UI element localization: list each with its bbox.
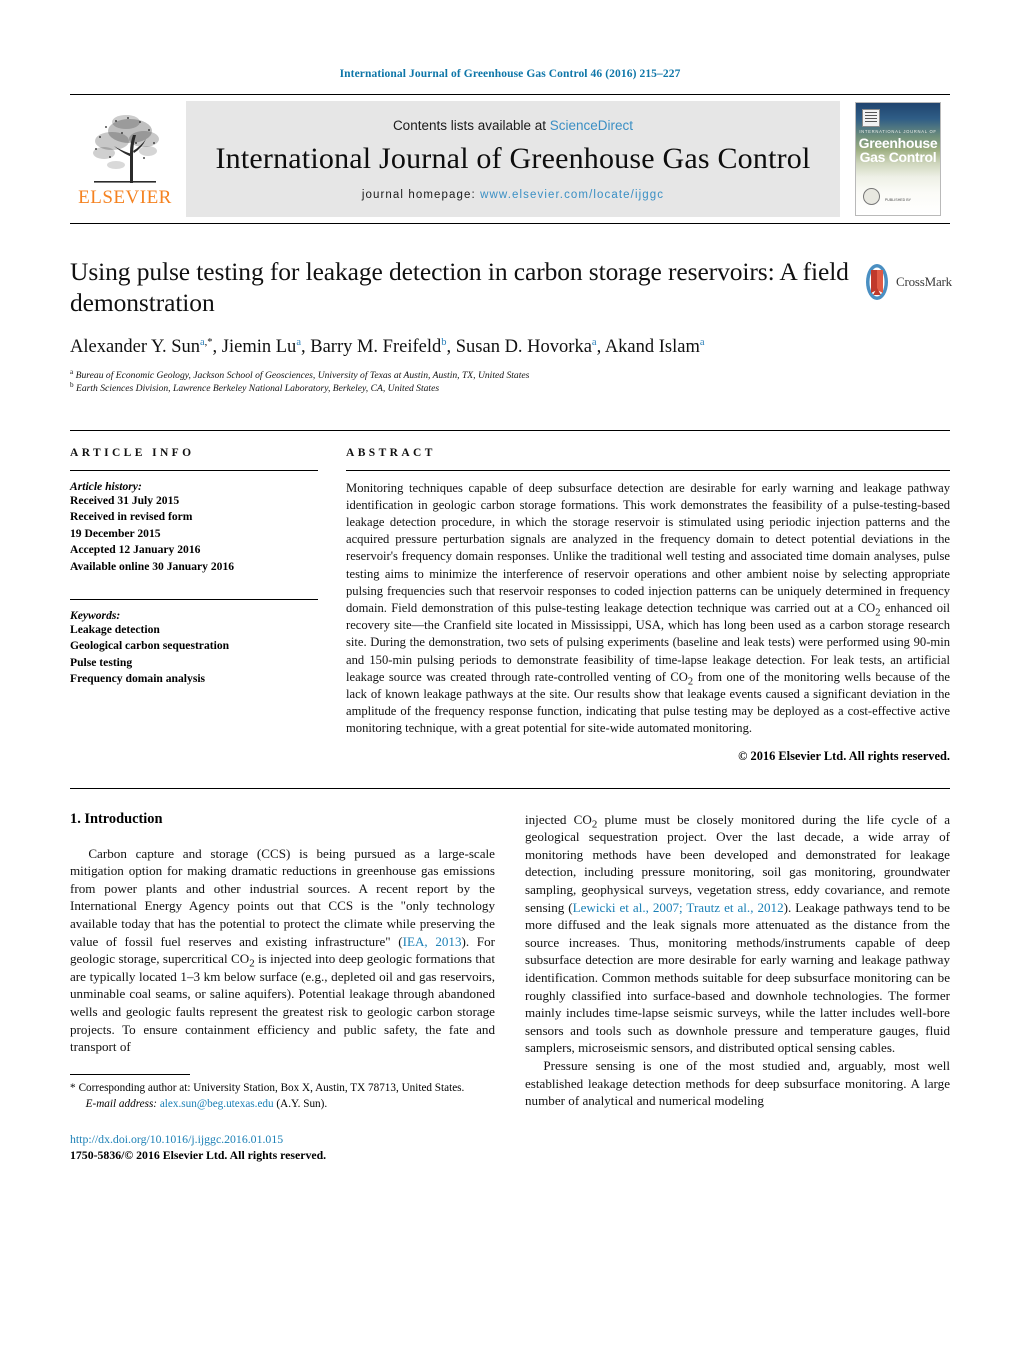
email-note: E-mail address: alex.sun@beg.utexas.edu … <box>70 1098 495 1110</box>
abstract-copyright: © 2016 Elsevier Ltd. All rights reserved… <box>738 748 950 763</box>
journal-masthead: ELSEVIER Contents lists available at Sci… <box>70 94 950 224</box>
affiliation-b-text: Earth Sciences Division, Lawrence Berkel… <box>76 383 440 395</box>
page-title: Using pulse testing for leakage detectio… <box>70 257 849 317</box>
intro-paragraph-right-1: injected CO2 plume must be closely monit… <box>525 811 950 1058</box>
body-left-column: 1. Introduction Carbon capture and stora… <box>70 811 495 1164</box>
cover-kicker: INTERNATIONAL JOURNAL OF <box>859 129 937 134</box>
journal-title: International Journal of Greenhouse Gas … <box>215 141 811 175</box>
article-info-column: ARTICLE INFO Article history: Received 3… <box>70 431 318 764</box>
keywords-label: Keywords: <box>70 608 121 622</box>
author-list: Alexander Y. Suna,*, Jiemin Lua, Barry M… <box>70 337 705 358</box>
intro-right-text-2: ). Leakage pathways tend to be more diff… <box>525 899 950 1056</box>
email-label: E-mail address: <box>85 1098 158 1111</box>
abstract-paragraph: Monitoring techniques capable of deep su… <box>346 480 950 736</box>
section-heading-introduction: 1. Introduction <box>70 810 163 827</box>
corresponding-author-text: Corresponding author at: University Stat… <box>78 1081 465 1094</box>
affiliation-b-marker: b <box>70 381 74 390</box>
footnote-block: * Corresponding author at: University Sta… <box>70 1073 495 1163</box>
journal-cover-thumbnail: INTERNATIONAL JOURNAL OF Greenhouse Gas … <box>846 95 950 223</box>
cover-image: INTERNATIONAL JOURNAL OF Greenhouse Gas … <box>855 102 941 216</box>
crossmark-icon <box>866 264 888 300</box>
history-line: 19 December 2015 <box>70 526 161 540</box>
keyword-item: Leakage detection <box>70 622 160 636</box>
history-line: Accepted 12 January 2016 <box>70 543 201 557</box>
body-right-column: injected CO2 plume must be closely monit… <box>525 811 950 1164</box>
doi-link[interactable]: http://dx.doi.org/10.1016/j.ijggc.2016.0… <box>70 1132 495 1147</box>
abstract-column: ABSTRACT Monitoring techniques capable o… <box>346 431 950 764</box>
abstract-rule <box>346 469 950 471</box>
keywords-rule <box>70 598 318 600</box>
affiliation-a: a Bureau of Economic Geology, Jackson Sc… <box>70 368 858 382</box>
affiliation-a-text: Bureau of Economic Geology, Jackson Scho… <box>75 370 530 382</box>
contents-available-line: Contents lists available at ScienceDirec… <box>393 118 633 133</box>
intro-paragraph-left: Carbon capture and storage (CCS) is bein… <box>70 845 495 1056</box>
cover-title: Greenhouse Gas Control <box>856 136 940 165</box>
paper-page: International Journal of Greenhouse Gas … <box>0 0 1020 1351</box>
intro-paragraph-right-2: Pressure sensing is one of the most stud… <box>525 1058 950 1109</box>
crossmark-label: CrossMark <box>896 274 952 289</box>
footnote-rule <box>70 1073 190 1075</box>
crossmark-badge[interactable]: CrossMark <box>862 259 952 305</box>
intro-left-text-2: ). For geologic storage, supercritical C… <box>70 933 495 1055</box>
abstract-heading: ABSTRACT <box>346 446 436 459</box>
email-suffix: (A.Y. Sun). <box>276 1098 328 1111</box>
corresponding-author-note: * Corresponding author at: University Sta… <box>70 1081 495 1096</box>
article-info-rule <box>70 469 318 471</box>
email-link[interactable]: alex.sun@beg.utexas.edu <box>160 1098 274 1110</box>
affiliation-a-marker: a <box>70 368 74 377</box>
body-columns: 1. Introduction Carbon capture and stora… <box>70 811 950 1164</box>
running-head: International Journal of Greenhouse Gas … <box>339 68 681 80</box>
issn-copyright-line: 1750-5836/© 2016 Elsevier Ltd. All right… <box>70 1148 327 1163</box>
doi-block: http://dx.doi.org/10.1016/j.ijggc.2016.0… <box>70 1132 495 1163</box>
affiliations: a Bureau of Economic Geology, Jackson Sc… <box>70 368 858 395</box>
keywords-block: Keywords: Leakage detection Geological c… <box>70 598 318 688</box>
cover-footer: PUBLISHED BY <box>884 197 912 202</box>
history-line: Received in revised form <box>70 510 193 524</box>
elsevier-tree-icon <box>93 115 159 183</box>
citation-lewicki-trautz[interactable]: Lewicki et al., 2007; Trautz et al., 201… <box>573 900 784 915</box>
keyword-item: Pulse testing <box>70 655 133 669</box>
citation-iea-2013[interactable]: IEA, 2013 <box>403 934 462 949</box>
title-block: Using pulse testing for leakage detectio… <box>70 257 952 396</box>
footnote-star-marker: * <box>70 1081 76 1094</box>
homepage-url-link[interactable]: www.elsevier.com/locate/ijggc <box>480 189 664 201</box>
article-history-label: Article history: <box>70 479 142 493</box>
cover-publisher-badge-icon <box>862 109 880 127</box>
journal-homepage-line: journal homepage: www.elsevier.com/locat… <box>362 189 664 201</box>
keyword-item: Frequency domain analysis <box>70 672 206 686</box>
history-line: Received 31 July 2015 <box>70 493 180 507</box>
abstract-text: Monitoring techniques capable of deep su… <box>346 480 950 738</box>
elsevier-logo: ELSEVIER <box>70 95 180 223</box>
cover-title-line2: Gas Control <box>859 149 937 166</box>
history-line: Available online 30 January 2016 <box>70 559 235 573</box>
elsevier-wordmark: ELSEVIER <box>78 187 172 208</box>
keyword-item: Geological carbon sequestration <box>70 639 230 653</box>
info-abstract-row: ARTICLE INFO Article history: Received 3… <box>70 429 950 764</box>
body-separator-rule <box>70 787 950 789</box>
contents-prefix: Contents lists available at <box>392 117 550 133</box>
article-info-heading: ARTICLE INFO <box>70 446 195 459</box>
affiliation-b: b Earth Sciences Division, Lawrence Berk… <box>70 382 858 395</box>
homepage-prefix: journal homepage: <box>361 188 481 201</box>
journal-banner: Contents lists available at ScienceDirec… <box>186 101 840 217</box>
sciencedirect-link[interactable]: ScienceDirect <box>550 118 633 133</box>
